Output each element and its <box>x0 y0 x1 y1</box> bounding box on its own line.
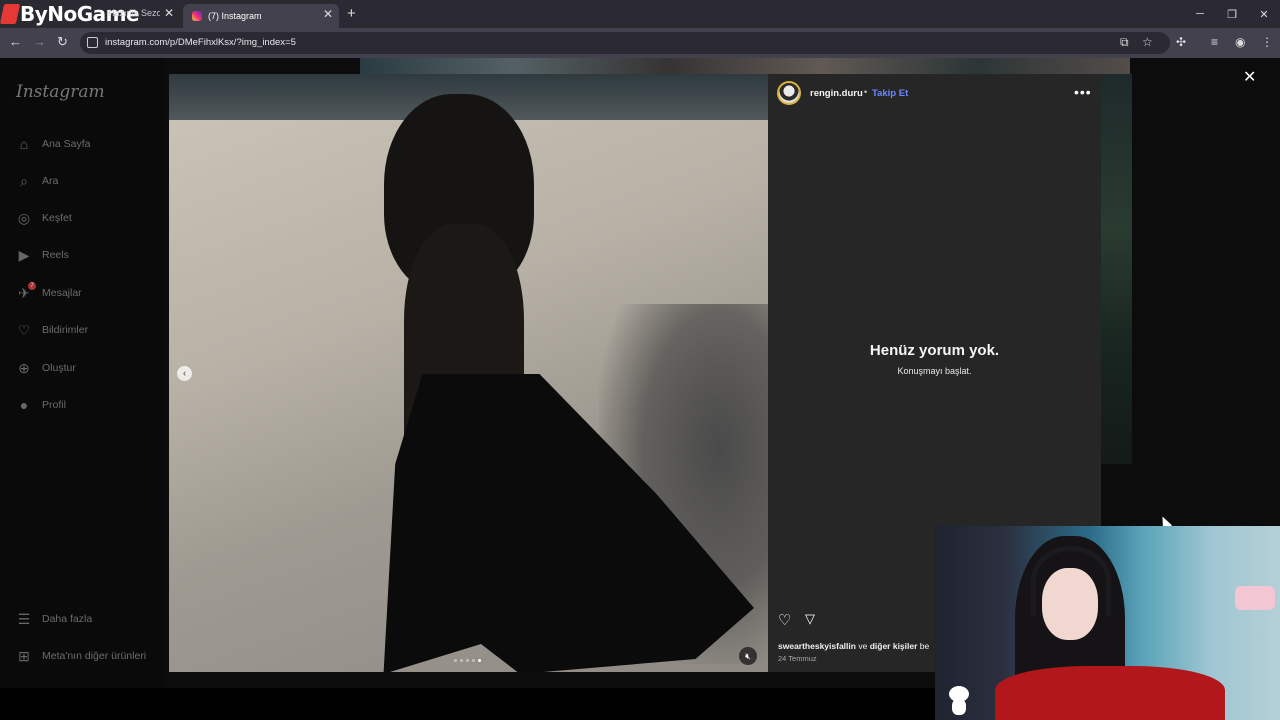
sidebar-item-label: Profil <box>42 399 66 411</box>
new-tab-icon[interactable]: + <box>347 5 356 22</box>
sidebar-item-create[interactable]: ⊕ Oluştur <box>16 357 76 379</box>
media-control-icon[interactable]: ≡ <box>1211 35 1218 49</box>
separator-dot: • <box>864 87 868 97</box>
site-info-icon[interactable] <box>87 37 98 48</box>
restore-icon[interactable]: ❐ <box>1216 0 1248 28</box>
search-icon: ⌕ <box>20 172 28 189</box>
tab-inactive-title: Hazırlık Sezon <box>108 8 160 18</box>
sidebar-item-explore[interactable]: ◎ Keşfet <box>16 207 72 229</box>
likes-user[interactable]: sweartheskyisfallin <box>778 641 856 651</box>
likes-others[interactable]: diğer kişiler <box>870 641 918 651</box>
carousel-dot <box>466 659 469 662</box>
no-comments-subtitle: Konuşmayı başlat. <box>897 366 972 376</box>
sidebar-item-notifications[interactable]: ♡ Bildirimler <box>16 319 88 341</box>
webcam-person <box>995 666 1225 720</box>
sidebar-item-label: Keşfet <box>42 212 72 224</box>
carousel-indicator <box>454 659 481 662</box>
sidebar-item-messages[interactable]: ✈ 7 Mesajlar <box>16 282 82 304</box>
no-comments-title: Henüz yorum yok. <box>869 342 1000 359</box>
post-username[interactable]: rengin.duru <box>810 88 863 99</box>
minimize-icon[interactable]: ─ <box>1184 0 1216 28</box>
background-feed-image <box>360 58 1130 74</box>
sidebar-item-label: Meta'nın diğer ürünleri <box>42 650 147 662</box>
sidebar-item-search[interactable]: ⌕ Ara <box>16 170 58 192</box>
instagram-logo[interactable]: Instagram <box>16 82 105 102</box>
likes-conjunction: ve <box>858 641 868 651</box>
tab-active[interactable]: (7) Instagram ✕ <box>183 4 339 28</box>
sidebar-item-label: Reels <box>42 249 69 261</box>
meta-products-icon: ⊞ <box>18 647 30 664</box>
bynogame-mark-icon <box>0 4 21 24</box>
webcam-overlay <box>935 526 1280 720</box>
mascot-body <box>952 699 966 715</box>
avatar[interactable] <box>777 81 801 105</box>
window-close-icon[interactable]: ✕ <box>1248 0 1280 28</box>
mute-icon[interactable]: 🔇︎ <box>739 647 757 665</box>
likes-summary: sweartheskyisfallin ve diğer kişiler be <box>778 641 929 651</box>
create-icon: ⊕ <box>18 359 30 376</box>
url-field[interactable]: instagram.com/p/DMeFihxlKsx/?img_index=5 <box>80 32 1170 54</box>
sidebar: Instagram ⌂ Ana Sayfa ⌕ Ara ◎ Keşfet ▶ R… <box>0 58 165 688</box>
url-text[interactable]: instagram.com/p/DMeFihxlKsx/?img_index=5 <box>105 37 296 48</box>
background-feed-image <box>1100 74 1132 464</box>
previous-slide-icon[interactable]: ‹ <box>177 366 192 381</box>
browser-tab-bar: ByNoGame Hazırlık Sezon ✕ (7) Instagram … <box>0 0 1280 28</box>
address-bar: ← → ↻ instagram.com/p/DMeFihxlKsx/?img_i… <box>0 28 1280 58</box>
reels-icon: ▶ <box>18 246 30 263</box>
window-controls: ─ ❐ ✕ <box>1184 0 1280 28</box>
tab-close-icon[interactable]: ✕ <box>323 7 333 21</box>
sidebar-item-label: Ara <box>42 175 59 187</box>
sidebar-item-label: Ana Sayfa <box>42 138 91 150</box>
post-header: rengin.duru • Takip Et ••• <box>768 74 1101 114</box>
sidebar-item-label: Bildirimler <box>42 324 89 336</box>
carousel-dot <box>460 659 463 662</box>
share-icon[interactable]: ▽ <box>805 611 815 627</box>
post-date[interactable]: 24 Temmuz <box>778 654 817 663</box>
menu-icon: ☰ <box>17 610 31 627</box>
messages-badge: 7 <box>28 282 36 290</box>
likes-tail: be <box>919 641 930 651</box>
back-icon[interactable]: ← <box>9 34 22 49</box>
install-app-icon[interactable]: ⧉ <box>1120 35 1129 50</box>
carousel-dot <box>454 659 457 662</box>
sidebar-item-more[interactable]: ☰ Daha fazla <box>16 608 92 630</box>
mascot-icon <box>948 683 970 717</box>
browser-menu-icon[interactable]: ⋮ <box>1261 35 1273 49</box>
carousel-dot-active <box>478 659 481 662</box>
avatar-icon: ● <box>19 397 29 413</box>
close-modal-icon[interactable]: ✕ <box>1243 67 1256 87</box>
sidebar-item-home[interactable]: ⌂ Ana Sayfa <box>16 133 91 155</box>
reload-icon[interactable]: ↻ <box>57 34 68 50</box>
follow-button[interactable]: Takip Et <box>872 88 908 99</box>
profile-icon[interactable]: ◉ <box>1235 35 1245 49</box>
like-heart-icon[interactable]: ♡ <box>778 611 791 629</box>
instagram-favicon-icon <box>192 11 202 21</box>
post-media[interactable]: ‹ 🔇︎ <box>169 74 768 672</box>
sidebar-item-label: Mesajlar <box>42 287 82 299</box>
sidebar-item-profile[interactable]: ● Profil <box>16 394 66 416</box>
compass-icon: ◎ <box>17 209 31 226</box>
tab-inactive[interactable]: ByNoGame Hazırlık Sezon ✕ <box>0 0 180 28</box>
sidebar-item-label: Oluştur <box>42 362 76 374</box>
home-icon: ⌂ <box>19 136 29 152</box>
tab-close-icon[interactable]: ✕ <box>164 6 174 20</box>
more-options-icon[interactable]: ••• <box>1074 84 1092 100</box>
carousel-dot <box>472 659 475 662</box>
webcam-person <box>1042 568 1098 640</box>
bookmark-star-icon[interactable]: ☆ <box>1142 35 1153 49</box>
sidebar-item-meta-products[interactable]: ⊞ Meta'nın diğer ürünleri <box>16 645 146 667</box>
tab-active-title: (7) Instagram <box>208 11 262 21</box>
webcam-background-pillow <box>1235 586 1275 610</box>
forward-icon[interactable]: → <box>33 34 46 49</box>
heart-icon: ♡ <box>17 321 31 338</box>
sidebar-item-label: Daha fazla <box>42 613 93 625</box>
sidebar-item-reels[interactable]: ▶ Reels <box>16 244 69 266</box>
extensions-icon[interactable]: ✣ <box>1176 35 1186 49</box>
